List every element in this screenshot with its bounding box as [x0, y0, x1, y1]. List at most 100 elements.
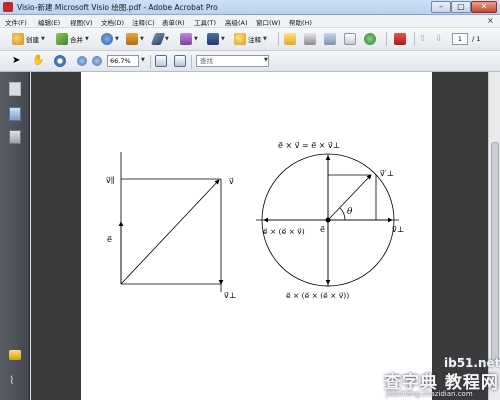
stamp-icon — [394, 33, 406, 45]
menu-forms[interactable]: 表单(R) — [162, 17, 185, 27]
fit-width-button[interactable] — [174, 55, 186, 67]
form-icon — [180, 33, 192, 45]
menu-file[interactable]: 文件(F) — [5, 17, 27, 27]
toolbar-separator — [414, 32, 415, 46]
chevron-down-icon: ▼ — [85, 36, 89, 42]
zoom-in-button[interactable] — [92, 56, 102, 66]
multimedia-button[interactable]: ▼ — [207, 33, 225, 45]
lock-icon — [126, 33, 138, 45]
chevron-down-icon: ▼ — [140, 36, 144, 42]
zoom-in-icon — [92, 56, 102, 66]
globe-icon — [364, 33, 376, 45]
save-button[interactable] — [324, 33, 336, 45]
magnifier-icon — [54, 55, 66, 67]
stamp-button[interactable] — [394, 33, 406, 45]
chevron-down-icon: ▼ — [141, 57, 145, 63]
page-total: / 1 — [472, 35, 481, 43]
fit-page-icon — [155, 55, 167, 67]
toolbar-separator — [386, 32, 387, 46]
pen-icon — [150, 33, 166, 45]
label-e-right: e⃗ — [320, 225, 325, 234]
save-icon — [324, 33, 336, 45]
label-v-parallel: v⃗∥ — [106, 176, 114, 185]
menu-edit[interactable]: 编辑(E) — [38, 17, 60, 27]
combine-button[interactable]: 合并 ▼ — [56, 33, 89, 45]
pdf-page: v⃗∥ v⃗ e⃗ v⃗⊥ e⃗ × v⃗ = e⃗ × v⃗⊥ v⃗′⊥ θ … — [81, 72, 432, 400]
close-document-button[interactable]: × — [487, 16, 494, 25]
sign-button[interactable]: ▼ — [150, 33, 169, 45]
comments-icon[interactable] — [9, 350, 21, 360]
create-icon — [12, 33, 24, 45]
secure-button[interactable]: ▼ — [126, 33, 144, 45]
collaborate-button[interactable]: ▼ — [101, 33, 119, 45]
menu-advanced[interactable]: 高级(A) — [225, 17, 248, 27]
chevron-down-icon: ▼ — [41, 36, 45, 42]
label-e-cross-v: e⃗ × v⃗ = e⃗ × v⃗⊥ — [278, 141, 340, 150]
zoom-level-field[interactable]: 66.7% — [107, 55, 139, 67]
marquee-zoom-button[interactable] — [54, 55, 66, 67]
print-button[interactable] — [304, 33, 316, 45]
window-title: Visio-新建 Microsoft Visio 绘图.pdf - Adobe … — [17, 3, 218, 12]
document-area[interactable]: v⃗∥ v⃗ e⃗ v⃗⊥ e⃗ × v⃗ = e⃗ × v⃗⊥ v⃗′⊥ θ … — [31, 72, 488, 400]
comment-label: 注释 — [248, 36, 261, 44]
select-tool-button[interactable]: ➤ — [12, 55, 20, 66]
close-button[interactable]: ✕ — [471, 1, 497, 13]
find-input[interactable]: 查找 — [196, 55, 269, 67]
combine-icon — [56, 33, 68, 45]
email-button[interactable] — [344, 33, 356, 45]
label-v: v⃗ — [229, 177, 234, 186]
previous-page-button[interactable]: ⇧ — [419, 34, 427, 44]
create-button[interactable]: 创建 ▼ — [12, 33, 45, 45]
next-page-button[interactable]: ⇩ — [435, 34, 443, 44]
label-v-perp-right: v⃗⊥ — [392, 225, 404, 234]
bookmarks-icon[interactable] — [9, 107, 21, 121]
zoom-out-button[interactable] — [77, 56, 87, 66]
scrollbar-thumb[interactable] — [491, 142, 499, 362]
open-button[interactable] — [284, 33, 296, 45]
arrow-up-icon: ⇧ — [419, 34, 427, 44]
zoom-dropdown[interactable]: ▼ — [141, 57, 145, 63]
label-triple-cross: e⃗ × (e⃗ × (e⃗ × v⃗)) — [286, 291, 349, 300]
label-theta: θ — [347, 207, 353, 217]
watermark: ib51.net 查字典 教程网 jiaocheng.chazidian.com — [384, 352, 500, 400]
origin-dot — [325, 217, 331, 223]
printer-icon — [304, 33, 316, 45]
label-e-cross-e-cross-v: e⃗ × (e⃗ × v⃗) — [263, 227, 305, 236]
label-v-perp-prime: v⃗′⊥ — [380, 169, 394, 178]
acrobat-app-icon — [3, 2, 13, 12]
label-e: e⃗ — [107, 235, 112, 244]
title-bar: Visio-新建 Microsoft Visio 绘图.pdf - Adobe … — [0, 0, 500, 15]
paperclip-icon[interactable]: ⌇ — [9, 374, 21, 388]
hand-tool-button[interactable]: ✋ — [32, 55, 44, 66]
toolbar-separator — [150, 55, 151, 69]
signatures-icon[interactable] — [9, 130, 21, 144]
chevron-down-icon: ▼ — [263, 36, 267, 42]
chevron-down-icon: ▼ — [165, 36, 169, 42]
toolbar-separator — [278, 32, 279, 46]
menu-tools[interactable]: 工具(T) — [194, 17, 216, 27]
maximize-button[interactable]: □ — [451, 1, 471, 13]
chevron-down-icon: ▼ — [264, 57, 268, 63]
find-dropdown[interactable]: ▼ — [264, 57, 268, 63]
fit-page-button[interactable] — [155, 55, 167, 67]
create-label: 创建 — [26, 36, 39, 44]
comment-button[interactable]: 注释 ▼ — [234, 33, 267, 45]
menu-document[interactable]: 文档(D) — [101, 17, 124, 27]
share-button[interactable] — [364, 33, 376, 45]
forms-button[interactable]: ▼ — [180, 33, 198, 45]
chevron-down-icon: ▼ — [115, 36, 119, 42]
menu-comment[interactable]: 注释(C) — [132, 17, 155, 27]
menu-window[interactable]: 窗口(W) — [256, 17, 281, 27]
toolbar-separator — [191, 55, 192, 69]
label-v-perp: v⃗⊥ — [224, 291, 236, 300]
zoom-out-icon — [77, 56, 87, 66]
minimize-button[interactable]: – — [431, 1, 451, 13]
vector-diagram: v⃗∥ v⃗ e⃗ v⃗⊥ e⃗ × v⃗ = e⃗ × v⃗⊥ v⃗′⊥ θ … — [106, 141, 404, 300]
menu-view[interactable]: 视图(V) — [70, 17, 93, 27]
email-icon — [344, 33, 356, 45]
chevron-down-icon: ▼ — [221, 36, 225, 42]
menu-help[interactable]: 帮助(H) — [289, 17, 312, 27]
page-number-input[interactable]: 1 — [452, 33, 468, 45]
pages-icon[interactable] — [9, 82, 21, 96]
vertical-scrollbar[interactable] — [488, 72, 500, 400]
